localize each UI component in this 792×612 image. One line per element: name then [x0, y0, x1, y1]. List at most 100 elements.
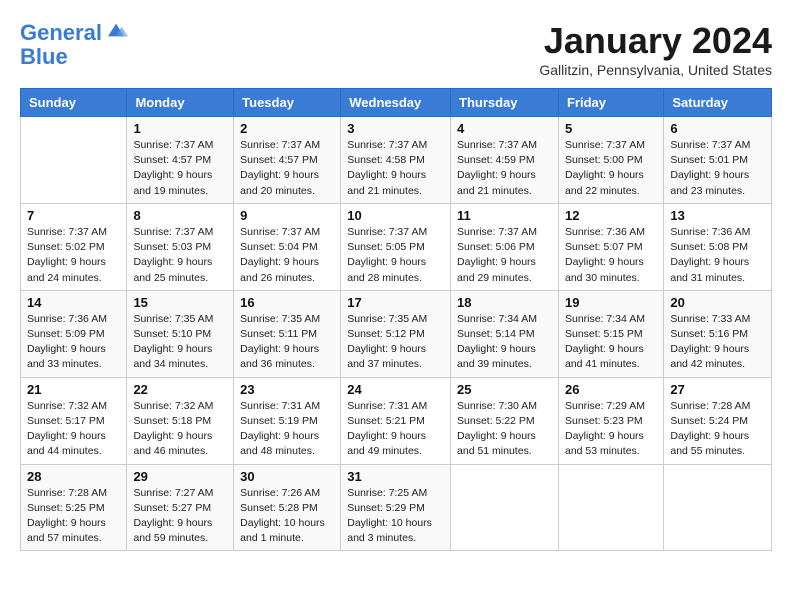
day-number: 29 [133, 469, 227, 484]
month-title: January 2024 [539, 20, 772, 62]
calendar-cell: 29 Sunrise: 7:27 AM Sunset: 5:27 PM Dayli… [127, 464, 234, 551]
calendar-cell: 1Sunrise: 7:37 AM Sunset: 4:57 PM Daylig… [127, 117, 234, 204]
day-info: Sunrise: 7:37 AM Sunset: 5:03 PM Dayligh… [133, 225, 227, 286]
day-number: 18 [457, 295, 552, 310]
day-info: Sunrise: 7:37 AM Sunset: 5:00 PM Dayligh… [565, 138, 657, 199]
calendar-week-2: 7Sunrise: 7:37 AM Sunset: 5:02 PM Daylig… [21, 203, 772, 290]
calendar-cell: 10 Sunrise: 7:37 AM Sunset: 5:05 PM Dayli… [341, 203, 451, 290]
day-number: 1 [133, 121, 227, 136]
calendar-cell: 11Sunrise: 7:37 AM Sunset: 5:06 PM Dayli… [451, 203, 559, 290]
day-number: 4 [457, 121, 552, 136]
calendar-cell: 27 Sunrise: 7:28 AM Sunset: 5:24 PM Dayli… [664, 377, 772, 464]
calendar-cell [664, 464, 772, 551]
calendar-cell: 5Sunrise: 7:37 AM Sunset: 5:00 PM Daylig… [558, 117, 663, 204]
weekday-tuesday: Tuesday [234, 89, 341, 117]
day-number: 8 [133, 208, 227, 223]
day-info: Sunrise: 7:31 AM Sunset: 5:19 PM Dayligh… [240, 399, 334, 460]
day-number: 13 [670, 208, 765, 223]
day-info: Sunrise: 7:37 AM Sunset: 5:01 PM Dayligh… [670, 138, 765, 199]
calendar-cell: 19 Sunrise: 7:34 AM Sunset: 5:15 PM Dayli… [558, 290, 663, 377]
calendar-cell: 26 Sunrise: 7:29 AM Sunset: 5:23 PM Dayli… [558, 377, 663, 464]
day-info: Sunrise: 7:31 AM Sunset: 5:21 PM Dayligh… [347, 399, 444, 460]
day-info: Sunrise: 7:28 AM Sunset: 5:25 PM Dayligh… [27, 486, 120, 547]
day-info: Sunrise: 7:27 AM Sunset: 5:27 PM Dayligh… [133, 486, 227, 547]
day-number: 23 [240, 382, 334, 397]
day-number: 2 [240, 121, 334, 136]
calendar-week-5: 28 Sunrise: 7:28 AM Sunset: 5:25 PM Dayli… [21, 464, 772, 551]
calendar-week-1: 1 Sunrise: 7:37 AM Sunset: 4:57 PM Daylig… [21, 117, 772, 204]
day-info: Sunrise: 7:37 AM Sunset: 5:04 PM Dayligh… [240, 225, 334, 286]
calendar-table: SundayMondayTuesdayWednesdayThursdayFrid… [20, 88, 772, 551]
weekday-friday: Friday [558, 89, 663, 117]
day-info: Sunrise: 7:26 AM Sunset: 5:28 PM Dayligh… [240, 486, 334, 547]
day-number: 28 [27, 469, 120, 484]
calendar-cell: 15 Sunrise: 7:35 AM Sunset: 5:10 PM Dayli… [127, 290, 234, 377]
day-info: Sunrise: 7:37 AM Sunset: 5:02 PM Dayligh… [27, 225, 120, 286]
day-number: 10 [347, 208, 444, 223]
day-info: Sunrise: 7:36 AM Sunset: 5:07 PM Dayligh… [565, 225, 657, 286]
calendar-cell: 16Sunrise: 7:35 AM Sunset: 5:11 PM Dayli… [234, 290, 341, 377]
calendar-cell: 14Sunrise: 7:36 AM Sunset: 5:09 PM Dayli… [21, 290, 127, 377]
calendar-cell: 23 Sunrise: 7:31 AM Sunset: 5:19 PM Dayli… [234, 377, 341, 464]
day-info: Sunrise: 7:25 AM Sunset: 5:29 PM Dayligh… [347, 486, 444, 547]
calendar-body: 1 Sunrise: 7:37 AM Sunset: 4:57 PM Daylig… [21, 117, 772, 551]
calendar-cell: 3 Sunrise: 7:37 AM Sunset: 4:58 PM Daylig… [341, 117, 451, 204]
calendar-cell: 7Sunrise: 7:37 AM Sunset: 5:02 PM Daylig… [21, 203, 127, 290]
day-number: 20 [670, 295, 765, 310]
day-info: Sunrise: 7:34 AM Sunset: 5:14 PM Dayligh… [457, 312, 552, 373]
calendar-cell [21, 117, 127, 204]
day-info: Sunrise: 7:35 AM Sunset: 5:12 PM Dayligh… [347, 312, 444, 373]
day-number: 24 [347, 382, 444, 397]
calendar-cell: 4 Sunrise: 7:37 AM Sunset: 4:59 PM Daylig… [451, 117, 559, 204]
day-info: Sunrise: 7:28 AM Sunset: 5:24 PM Dayligh… [670, 399, 765, 460]
page-header: General Blue January 2024 Gallitzin, Pen… [20, 20, 772, 78]
calendar-week-3: 14Sunrise: 7:36 AM Sunset: 5:09 PM Dayli… [21, 290, 772, 377]
day-info: Sunrise: 7:37 AM Sunset: 4:58 PM Dayligh… [347, 138, 444, 199]
day-info: Sunrise: 7:35 AM Sunset: 5:10 PM Dayligh… [133, 312, 227, 373]
day-info: Sunrise: 7:30 AM Sunset: 5:22 PM Dayligh… [457, 399, 552, 460]
calendar-cell: 9Sunrise: 7:37 AM Sunset: 5:04 PM Daylig… [234, 203, 341, 290]
calendar-cell: 8 Sunrise: 7:37 AM Sunset: 5:03 PM Daylig… [127, 203, 234, 290]
day-number: 19 [565, 295, 657, 310]
location: Gallitzin, Pennsylvania, United States [539, 62, 772, 78]
day-number: 27 [670, 382, 765, 397]
logo-line2: Blue [20, 45, 128, 69]
day-number: 15 [133, 295, 227, 310]
calendar-cell: 31 Sunrise: 7:25 AM Sunset: 5:29 PM Dayli… [341, 464, 451, 551]
calendar-cell: 21Sunrise: 7:32 AM Sunset: 5:17 PM Dayli… [21, 377, 127, 464]
calendar-cell: 28 Sunrise: 7:28 AM Sunset: 5:25 PM Dayli… [21, 464, 127, 551]
day-info: Sunrise: 7:29 AM Sunset: 5:23 PM Dayligh… [565, 399, 657, 460]
day-number: 22 [133, 382, 227, 397]
calendar-cell: 6Sunrise: 7:37 AM Sunset: 5:01 PM Daylig… [664, 117, 772, 204]
calendar-cell [451, 464, 559, 551]
weekday-header-row: SundayMondayTuesdayWednesdayThursdayFrid… [21, 89, 772, 117]
calendar-cell: 18 Sunrise: 7:34 AM Sunset: 5:14 PM Dayli… [451, 290, 559, 377]
day-number: 30 [240, 469, 334, 484]
day-info: Sunrise: 7:37 AM Sunset: 4:59 PM Dayligh… [457, 138, 552, 199]
calendar-week-4: 21Sunrise: 7:32 AM Sunset: 5:17 PM Dayli… [21, 377, 772, 464]
day-number: 11 [457, 208, 552, 223]
calendar-cell: 22 Sunrise: 7:32 AM Sunset: 5:18 PM Dayli… [127, 377, 234, 464]
weekday-monday: Monday [127, 89, 234, 117]
weekday-saturday: Saturday [664, 89, 772, 117]
logo-text: General [20, 20, 128, 45]
day-number: 17 [347, 295, 444, 310]
calendar-cell [558, 464, 663, 551]
day-info: Sunrise: 7:34 AM Sunset: 5:15 PM Dayligh… [565, 312, 657, 373]
day-number: 25 [457, 382, 552, 397]
calendar-cell: 25 Sunrise: 7:30 AM Sunset: 5:22 PM Dayli… [451, 377, 559, 464]
calendar-cell: 12Sunrise: 7:36 AM Sunset: 5:07 PM Dayli… [558, 203, 663, 290]
day-info: Sunrise: 7:33 AM Sunset: 5:16 PM Dayligh… [670, 312, 765, 373]
calendar-cell: 2 Sunrise: 7:37 AM Sunset: 4:57 PM Daylig… [234, 117, 341, 204]
day-info: Sunrise: 7:37 AM Sunset: 4:57 PM Dayligh… [240, 138, 334, 199]
day-info: Sunrise: 7:35 AM Sunset: 5:11 PM Dayligh… [240, 312, 334, 373]
day-info: Sunrise: 7:36 AM Sunset: 5:09 PM Dayligh… [27, 312, 120, 373]
day-number: 3 [347, 121, 444, 136]
day-number: 31 [347, 469, 444, 484]
day-info: Sunrise: 7:32 AM Sunset: 5:18 PM Dayligh… [133, 399, 227, 460]
day-info: Sunrise: 7:37 AM Sunset: 5:05 PM Dayligh… [347, 225, 444, 286]
day-number: 26 [565, 382, 657, 397]
weekday-sunday: Sunday [21, 89, 127, 117]
calendar-cell: 30 Sunrise: 7:26 AM Sunset: 5:28 PM Dayli… [234, 464, 341, 551]
calendar-cell: 17 Sunrise: 7:35 AM Sunset: 5:12 PM Dayli… [341, 290, 451, 377]
